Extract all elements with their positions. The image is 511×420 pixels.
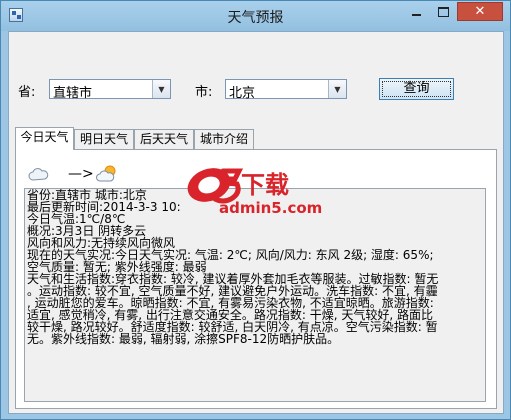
- arrow-text: —>: [68, 166, 94, 182]
- minimize-button[interactable]: [403, 2, 430, 21]
- tab-tomorrow[interactable]: 明日天气: [74, 129, 134, 149]
- logo-url: admin5.com: [219, 199, 322, 217]
- weather-details-textbox[interactable]: 省份:直辖市 城市:北京 最后更新时间:2014-3-3 10: 今日气温:1℃…: [24, 188, 486, 402]
- province-value: 直辖市: [53, 86, 93, 101]
- partly-cloudy-icon: [95, 165, 116, 182]
- city-select[interactable]: 北京 ▼: [225, 79, 347, 101]
- province-select[interactable]: 直辖市 ▼: [49, 79, 171, 101]
- tab-city-info[interactable]: 城市介绍: [194, 129, 254, 149]
- cloudy-icon: [28, 168, 49, 181]
- minimize-icon: [412, 13, 421, 16]
- city-label: 市:: [195, 85, 213, 100]
- maximize-icon: [438, 6, 449, 17]
- weather-icons: —>: [28, 162, 118, 186]
- client-area: 省: 直辖市 ▼ 市: 北京 ▼ 查询 今日天气 明日天气 后天天气 城市介绍 …: [8, 31, 504, 414]
- maximize-button[interactable]: [430, 2, 457, 21]
- province-label: 省:: [18, 85, 36, 100]
- a5-watermark-logo: 下载 admin5.com: [187, 168, 322, 217]
- close-button[interactable]: ✕: [457, 2, 503, 21]
- detail-line: 无。紫外线指数: 最弱, 辐射弱, 涂擦SPF8-12防晒护肤品。: [27, 332, 340, 346]
- title-bar[interactable]: 天气预报 ✕: [1, 1, 510, 31]
- chevron-down-icon[interactable]: ▼: [328, 80, 346, 98]
- app-window: 天气预报 ✕ 省: 直辖市 ▼ 市: 北京 ▼ 查询 今日天气 明日天气 后天天…: [0, 0, 511, 420]
- tab-day-after[interactable]: 后天天气: [134, 129, 194, 149]
- city-value: 北京: [229, 86, 256, 101]
- chevron-down-icon[interactable]: ▼: [152, 80, 170, 98]
- tab-today[interactable]: 今日天气: [15, 127, 74, 150]
- logo-text: 下载: [241, 171, 289, 199]
- query-button[interactable]: 查询: [379, 78, 454, 100]
- close-icon: ✕: [474, 4, 486, 19]
